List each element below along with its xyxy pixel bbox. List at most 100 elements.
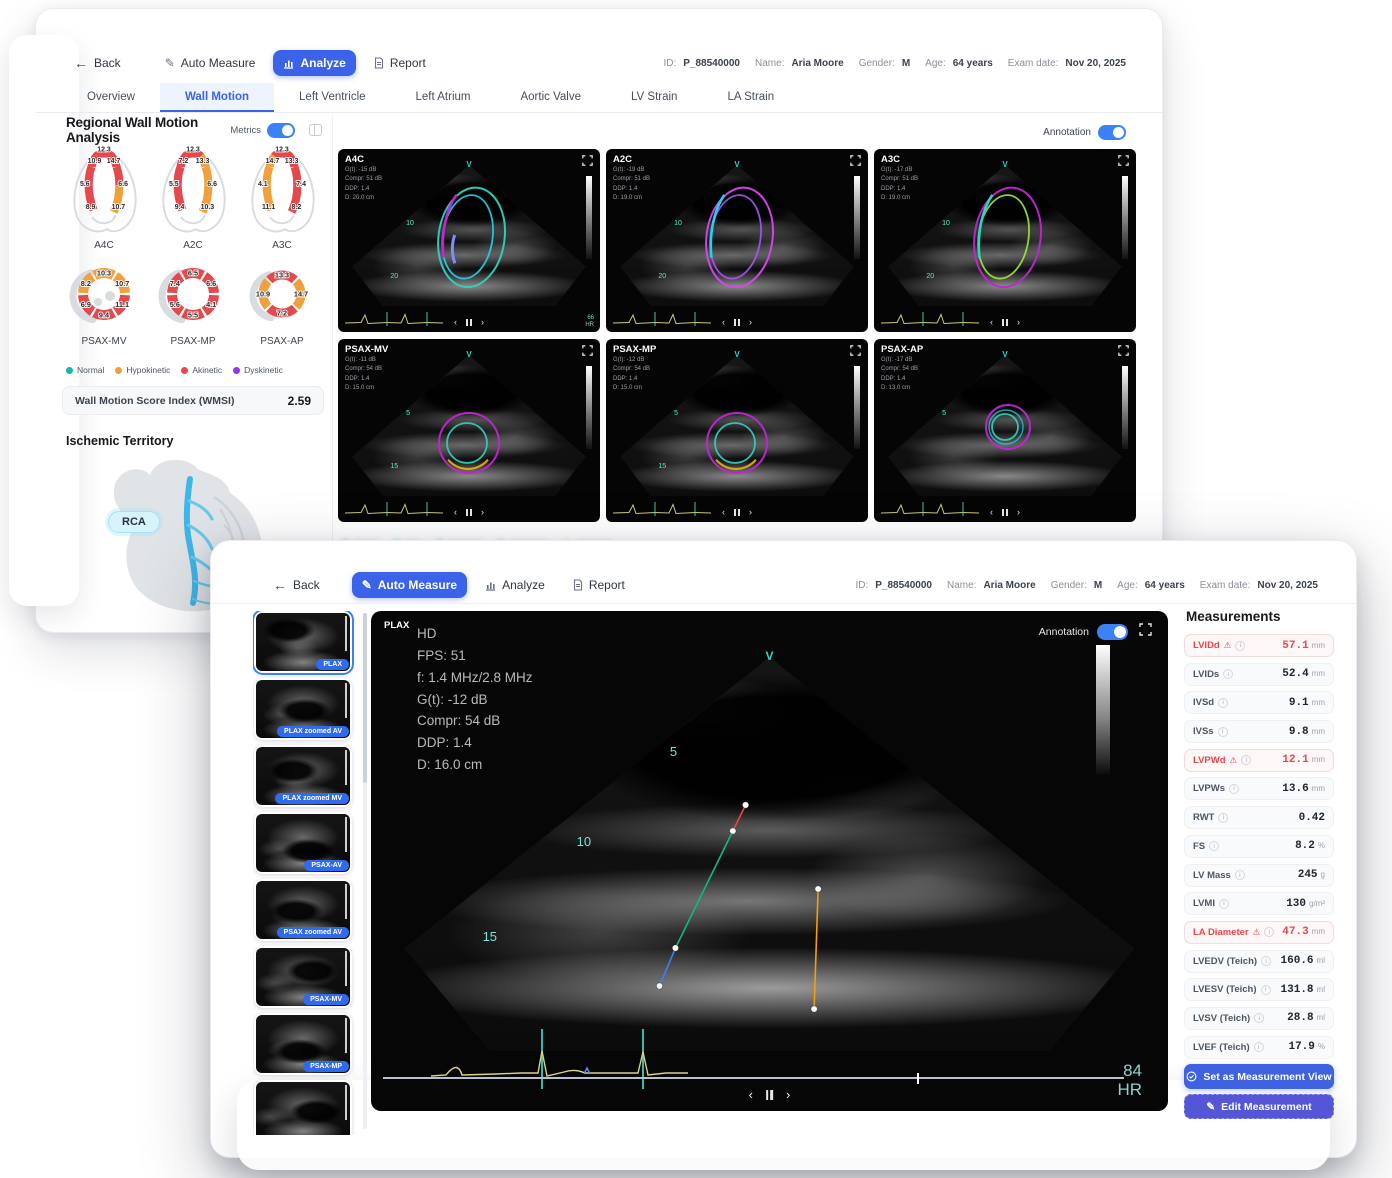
measurement-row-lvpws[interactable]: LVPWsi13.6mm: [1184, 777, 1334, 800]
prev-frame-icon[interactable]: ‹: [722, 508, 725, 517]
wm-diagram-a2c[interactable]: 12.37.213.35.56.69.410.3A2C: [151, 141, 235, 251]
next-frame-icon[interactable]: ›: [749, 318, 752, 327]
ultrasound-view-psax-mv[interactable]: PSAX-MVG(t): -11 dBCompr: 54 dBDDP: 1.4D…: [338, 339, 600, 522]
rca-territory-badge[interactable]: RCA: [108, 511, 160, 533]
wm-diagram-psax-mp[interactable]: 6.56.64.15.55.67.4PSAX-MP: [151, 261, 235, 347]
fullscreen-icon[interactable]: [582, 155, 593, 166]
playback-controls[interactable]: ‹›: [990, 508, 1020, 517]
playback-controls[interactable]: ‹›: [990, 318, 1020, 327]
cine-timeline[interactable]: [383, 1077, 1124, 1080]
next-frame-icon[interactable]: ›: [1017, 318, 1020, 327]
prev-frame-icon[interactable]: ‹: [749, 1087, 753, 1102]
fullscreen-icon[interactable]: [1118, 345, 1129, 356]
playback-controls[interactable]: ‹›: [454, 318, 484, 327]
pause-icon[interactable]: [1002, 319, 1008, 326]
next-frame-icon[interactable]: ›: [749, 508, 752, 517]
next-frame-icon[interactable]: ›: [481, 318, 484, 327]
ultrasound-view-a4c[interactable]: A4CG(t): -15 dBCompr: 51 dBDDP: 1.4D: 20…: [338, 149, 600, 332]
back-button[interactable]: ← Back: [263, 571, 330, 599]
thumbnail-psax-zoomed-av[interactable]: PSAX zoomed AV: [254, 879, 352, 941]
thumbnail-plax-zoomed-av[interactable]: PLAX zoomed AV: [254, 678, 352, 740]
pause-icon[interactable]: [1002, 509, 1008, 516]
pause-icon[interactable]: [466, 319, 472, 326]
info-icon[interactable]: i: [1229, 784, 1239, 794]
pause-icon[interactable]: [466, 509, 472, 516]
back-button[interactable]: ← Back: [64, 49, 131, 77]
thumbnail-plax[interactable]: PLAX: [254, 611, 352, 673]
prev-frame-icon[interactable]: ‹: [990, 318, 993, 327]
pause-icon[interactable]: [766, 1090, 773, 1100]
wm-diagram-a3c[interactable]: 12.314.713.34.17.411.18.2A3C: [240, 141, 324, 251]
measurement-row-lvidd[interactable]: LVIDd⚠i57.1mm: [1184, 634, 1334, 657]
info-icon[interactable]: i: [1264, 927, 1274, 937]
playback-controls[interactable]: ‹ ›: [749, 1087, 791, 1102]
info-icon[interactable]: i: [1241, 755, 1251, 765]
analyze-button[interactable]: Analyze: [273, 50, 355, 76]
collapse-panel-icon[interactable]: [309, 124, 322, 136]
tab-la-strain[interactable]: LA Strain: [702, 83, 799, 112]
thumbnail-psax-mv[interactable]: PSAX-MV: [254, 946, 352, 1008]
info-icon[interactable]: i: [1254, 1013, 1264, 1023]
tab-left-ventricle[interactable]: Left Ventricle: [274, 83, 390, 112]
set-measurement-view-button[interactable]: Set as Measurement View: [1184, 1064, 1334, 1089]
tab-lv-strain[interactable]: LV Strain: [606, 83, 702, 112]
measurement-row-lvmi[interactable]: LVMIi130g/m²: [1184, 892, 1334, 915]
info-icon[interactable]: i: [1261, 985, 1271, 995]
tab-wall-motion[interactable]: Wall Motion: [160, 83, 274, 112]
next-frame-icon[interactable]: ›: [786, 1087, 790, 1102]
info-icon[interactable]: i: [1218, 698, 1228, 708]
info-icon[interactable]: i: [1235, 641, 1245, 651]
prev-frame-icon[interactable]: ‹: [990, 508, 993, 517]
analyze-button[interactable]: Analyze: [475, 572, 555, 598]
fullscreen-icon[interactable]: [1118, 155, 1129, 166]
measurement-row-lvsv-teich[interactable]: LVSV (Teich)i28.8ml: [1184, 1007, 1334, 1030]
ultrasound-view-a3c[interactable]: A3CG(t): -17 dBCompr: 51 dBDDP: 1.4D: 19…: [874, 149, 1136, 332]
edit-measurement-button[interactable]: ✎ Edit Measurement: [1184, 1094, 1334, 1119]
next-frame-icon[interactable]: ›: [1017, 508, 1020, 517]
measurement-row-lv-mass[interactable]: LV Massi245g: [1184, 864, 1334, 887]
tab-overview[interactable]: Overview: [62, 83, 160, 112]
report-button[interactable]: Report: [563, 572, 635, 598]
report-button[interactable]: Report: [364, 50, 436, 76]
measurement-row-rwt[interactable]: RWTi0.42: [1184, 806, 1334, 829]
measurement-row-ivsd[interactable]: IVSdi9.1mm: [1184, 691, 1334, 714]
measurement-row-fs[interactable]: FSi8.2%: [1184, 835, 1334, 858]
prev-frame-icon[interactable]: ‹: [454, 508, 457, 517]
info-icon[interactable]: i: [1254, 1042, 1264, 1052]
auto-measure-button[interactable]: ✎ Auto Measure: [352, 572, 467, 598]
fullscreen-icon[interactable]: [582, 345, 593, 356]
next-frame-icon[interactable]: ›: [481, 508, 484, 517]
info-icon[interactable]: i: [1218, 813, 1228, 823]
tab-aortic-valve[interactable]: Aortic Valve: [495, 83, 606, 112]
wm-diagram-psax-mv[interactable]: 10.310.711.19.46.98.2PSAX-MV: [62, 261, 146, 347]
pause-icon[interactable]: [734, 319, 740, 326]
measurement-row-lvpwd[interactable]: LVPWd⚠i12.1mm: [1184, 749, 1334, 772]
measurement-row-ivss[interactable]: IVSsi9.8mm: [1184, 720, 1334, 743]
metrics-toggle[interactable]: [267, 123, 295, 138]
info-icon[interactable]: i: [1261, 956, 1271, 966]
measurement-row-lvesv-teich[interactable]: LVESV (Teich)i131.8ml: [1184, 978, 1334, 1001]
playback-controls[interactable]: ‹›: [722, 318, 752, 327]
measurement-row-lvedv-teich[interactable]: LVEDV (Teich)i160.6ml: [1184, 950, 1334, 973]
timeline-cursor[interactable]: [917, 1073, 920, 1084]
fullscreen-icon[interactable]: [850, 155, 861, 166]
thumbnail-plax-zoomed-mv[interactable]: PLAX zoomed MV: [254, 745, 352, 807]
ultrasound-view-a2c[interactable]: A2CG(t): -19 dBCompr: 51 dBDDP: 1.4D: 19…: [606, 149, 868, 332]
prev-frame-icon[interactable]: ‹: [722, 318, 725, 327]
fullscreen-icon[interactable]: [850, 345, 861, 356]
thumbnail-psax-mp[interactable]: PSAX-MP: [254, 1013, 352, 1075]
thumbnail-psax-av[interactable]: PSAX-AV: [254, 812, 352, 874]
info-icon[interactable]: i: [1223, 669, 1233, 679]
pause-icon[interactable]: [734, 509, 740, 516]
playback-controls[interactable]: ‹›: [722, 508, 752, 517]
fullscreen-icon[interactable]: [1139, 623, 1152, 636]
measurement-row-lvef-teich[interactable]: LVEF (Teich)i17.9%: [1184, 1036, 1334, 1059]
ultrasound-view-psax-ap[interactable]: PSAX-APG(t): -17 dBCompr: 54 dBDDP: 1.4D…: [874, 339, 1136, 522]
tab-left-atrium[interactable]: Left Atrium: [391, 83, 496, 112]
ultrasound-view-psax-mp[interactable]: PSAX-MPG(t): -12 dBCompr: 54 dBDDP: 1.4D…: [606, 339, 868, 522]
annotation-toggle[interactable]: [1097, 624, 1128, 640]
main-ultrasound-view[interactable]: PLAX HDFPS: 51f: 1.4 MHz/2.8 MHzG(t): -1…: [371, 611, 1168, 1111]
info-icon[interactable]: i: [1209, 841, 1219, 851]
info-icon[interactable]: i: [1235, 870, 1245, 880]
info-icon[interactable]: i: [1219, 899, 1229, 909]
